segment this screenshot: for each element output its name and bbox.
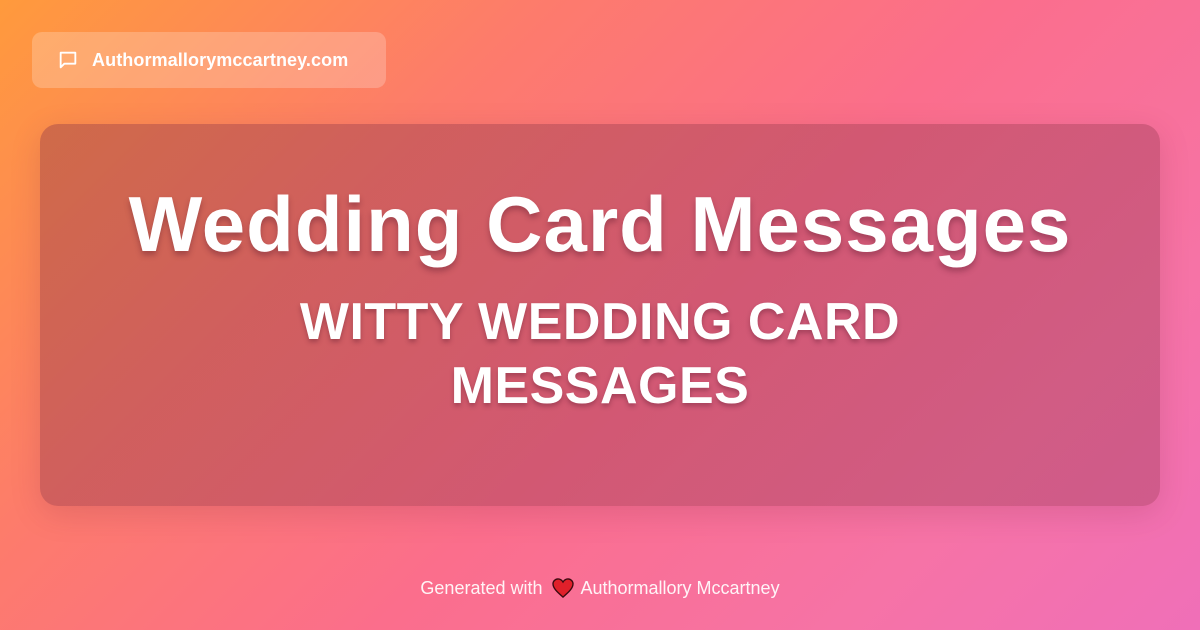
chat-bubble-icon (56, 48, 80, 72)
page-title: Wedding Card Messages (128, 180, 1072, 268)
page-subtitle: WITTY WEDDING CARD MESSAGES (299, 293, 901, 415)
headline-card: Wedding Card Messages WITTY WEDDING CARD… (40, 124, 1160, 506)
site-domain: Authormallorymccartney.com (92, 49, 349, 70)
footer-author: Authormallory Mccartney (580, 577, 780, 598)
site-badge[interactable]: Authormallorymccartney.com (32, 32, 386, 88)
footer-credit: Generated with Authormallory Mccartney (0, 575, 1200, 601)
heart-icon (551, 577, 575, 599)
footer-prefix: Generated with (420, 577, 543, 598)
